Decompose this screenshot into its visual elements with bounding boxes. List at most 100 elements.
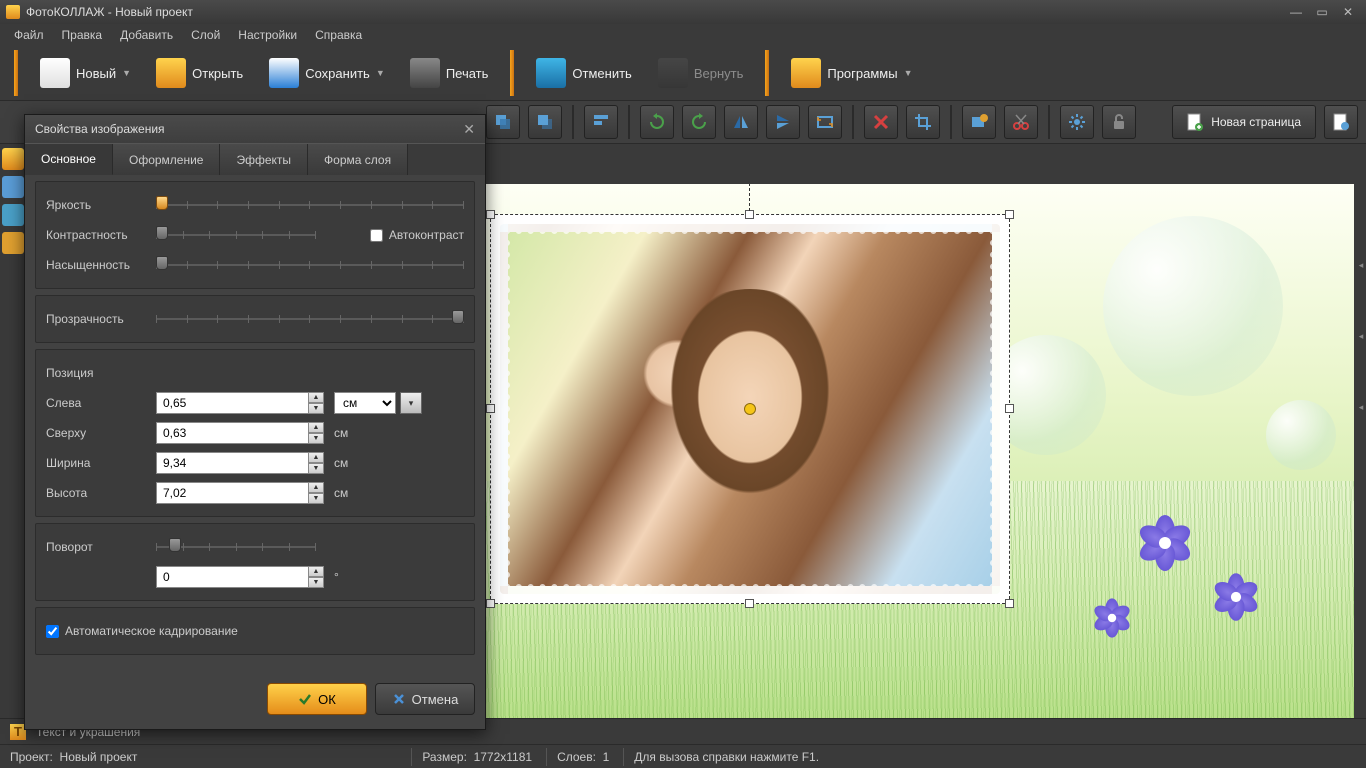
crop-button[interactable]	[906, 105, 940, 139]
menu-add[interactable]: Добавить	[112, 26, 181, 44]
layer-front-button[interactable]	[528, 105, 562, 139]
dialog-title-bar[interactable]: Свойства изображения ✕	[25, 115, 485, 143]
close-button[interactable]: ✕	[1336, 4, 1360, 20]
rotate-left-button[interactable]	[640, 105, 674, 139]
opacity-slider[interactable]	[156, 312, 464, 326]
toolbar-separator	[765, 50, 769, 96]
delete-button[interactable]	[864, 105, 898, 139]
star-icon[interactable]	[2, 148, 24, 170]
menu-bar: Файл Правка Добавить Слой Настройки Спра…	[0, 24, 1366, 46]
brightness-slider[interactable]	[156, 198, 464, 212]
toolbar-separator	[852, 105, 854, 139]
photo-layer[interactable]	[490, 214, 1010, 604]
tab-layer-shape[interactable]: Форма слоя	[308, 144, 408, 175]
flip-vertical-button[interactable]	[766, 105, 800, 139]
spin-up[interactable]: ▲	[308, 482, 324, 493]
top-input[interactable]	[156, 422, 316, 444]
redo-button[interactable]: Вернуть	[648, 51, 754, 95]
opacity-label: Прозрачность	[46, 312, 146, 326]
box-icon	[791, 58, 821, 88]
title-bar: ФотоКОЛЛАЖ - Новый проект — ▭ ✕	[0, 0, 1366, 24]
new-button[interactable]: Новый ▼	[30, 51, 140, 95]
toolbar-separator	[950, 105, 952, 139]
contrast-slider[interactable]	[156, 228, 316, 242]
flip-horizontal-button[interactable]	[724, 105, 758, 139]
lock-button[interactable]	[1102, 105, 1136, 139]
cancel-button[interactable]: Отмена	[375, 683, 475, 715]
settings-button[interactable]	[1060, 105, 1094, 139]
rotation-slider[interactable]	[156, 540, 316, 554]
spin-down[interactable]: ▼	[308, 433, 324, 444]
right-indicator-strip: ◂◂◂	[1356, 260, 1366, 413]
maximize-button[interactable]: ▭	[1310, 4, 1334, 20]
layer-back-button[interactable]	[486, 105, 520, 139]
toolbar-separator	[1048, 105, 1050, 139]
rotation-input[interactable]	[156, 566, 316, 588]
menu-edit[interactable]: Правка	[54, 26, 111, 44]
cut-button[interactable]	[1004, 105, 1038, 139]
close-icon	[392, 692, 406, 706]
unit-select[interactable]: см	[334, 392, 396, 414]
dialog-close-button[interactable]: ✕	[463, 121, 475, 138]
height-label: Высота	[46, 486, 146, 500]
page-add-icon	[1187, 113, 1203, 131]
spin-up[interactable]: ▲	[308, 566, 324, 577]
programs-button[interactable]: Программы ▼	[781, 51, 921, 95]
folder-icon	[156, 58, 186, 88]
app-icon	[6, 5, 20, 19]
undo-button[interactable]: Отменить	[526, 51, 641, 95]
canvas-area[interactable]	[470, 184, 1354, 724]
rotation-label: Поворот	[46, 540, 146, 554]
menu-help[interactable]: Справка	[307, 26, 370, 44]
print-button[interactable]: Печать	[400, 51, 499, 95]
chevron-down-icon[interactable]: ▼	[904, 68, 912, 78]
undo-icon	[536, 58, 566, 88]
width-label: Ширина	[46, 456, 146, 470]
saturation-label: Насыщенность	[46, 258, 146, 272]
spin-up[interactable]: ▲	[308, 422, 324, 433]
save-button[interactable]: Сохранить ▼	[259, 51, 394, 95]
left-input[interactable]	[156, 392, 316, 414]
width-input[interactable]	[156, 452, 316, 474]
chevron-down-icon[interactable]: ▼	[122, 68, 130, 78]
tab-effects[interactable]: Эффекты	[220, 144, 308, 175]
ok-button[interactable]: ОК	[267, 683, 367, 715]
menu-file[interactable]: Файл	[6, 26, 52, 44]
printer-icon	[410, 58, 440, 88]
spin-up[interactable]: ▲	[308, 452, 324, 463]
tab-decoration[interactable]: Оформление	[113, 144, 220, 175]
brightness-label: Яркость	[46, 198, 146, 212]
spin-down[interactable]: ▼	[308, 493, 324, 504]
height-input[interactable]	[156, 482, 316, 504]
fit-button[interactable]	[808, 105, 842, 139]
menu-settings[interactable]: Настройки	[230, 26, 305, 44]
minimize-button[interactable]: —	[1284, 4, 1308, 20]
replace-button[interactable]	[962, 105, 996, 139]
autocrop-checkbox[interactable]: Автоматическое кадрирование	[46, 616, 464, 646]
spin-down[interactable]: ▼	[308, 403, 324, 414]
new-icon	[40, 58, 70, 88]
toolbar-separator	[572, 105, 574, 139]
tab-main[interactable]: Основное	[25, 144, 113, 175]
autocontrast-checkbox[interactable]: Автоконтраст	[370, 228, 464, 242]
main-toolbar: Новый ▼ Открыть Сохранить ▼ Печать Отмен…	[0, 46, 1366, 100]
page-settings-button[interactable]	[1324, 105, 1358, 139]
chevron-down-icon[interactable]: ▼	[376, 68, 384, 78]
saturation-slider[interactable]	[156, 258, 464, 272]
menu-layer[interactable]: Слой	[183, 26, 228, 44]
unit-extra-button[interactable]: ▾	[400, 392, 422, 414]
dialog-title: Свойства изображения	[35, 122, 165, 136]
open-button[interactable]: Открыть	[146, 51, 253, 95]
spin-down[interactable]: ▼	[308, 463, 324, 474]
spin-down[interactable]: ▼	[308, 577, 324, 588]
align-button[interactable]	[584, 105, 618, 139]
new-page-button[interactable]: Новая страница	[1172, 105, 1316, 139]
smiley-icon[interactable]	[2, 232, 24, 254]
image-properties-dialog: Свойства изображения ✕ Основное Оформлен…	[24, 114, 486, 730]
app-title: ФотоКОЛЛАЖ - Новый проект	[26, 5, 193, 19]
spin-up[interactable]: ▲	[308, 392, 324, 403]
globe-icon[interactable]	[2, 204, 24, 226]
top-label: Сверху	[46, 426, 146, 440]
rotate-right-button[interactable]	[682, 105, 716, 139]
image-icon[interactable]	[2, 176, 24, 198]
